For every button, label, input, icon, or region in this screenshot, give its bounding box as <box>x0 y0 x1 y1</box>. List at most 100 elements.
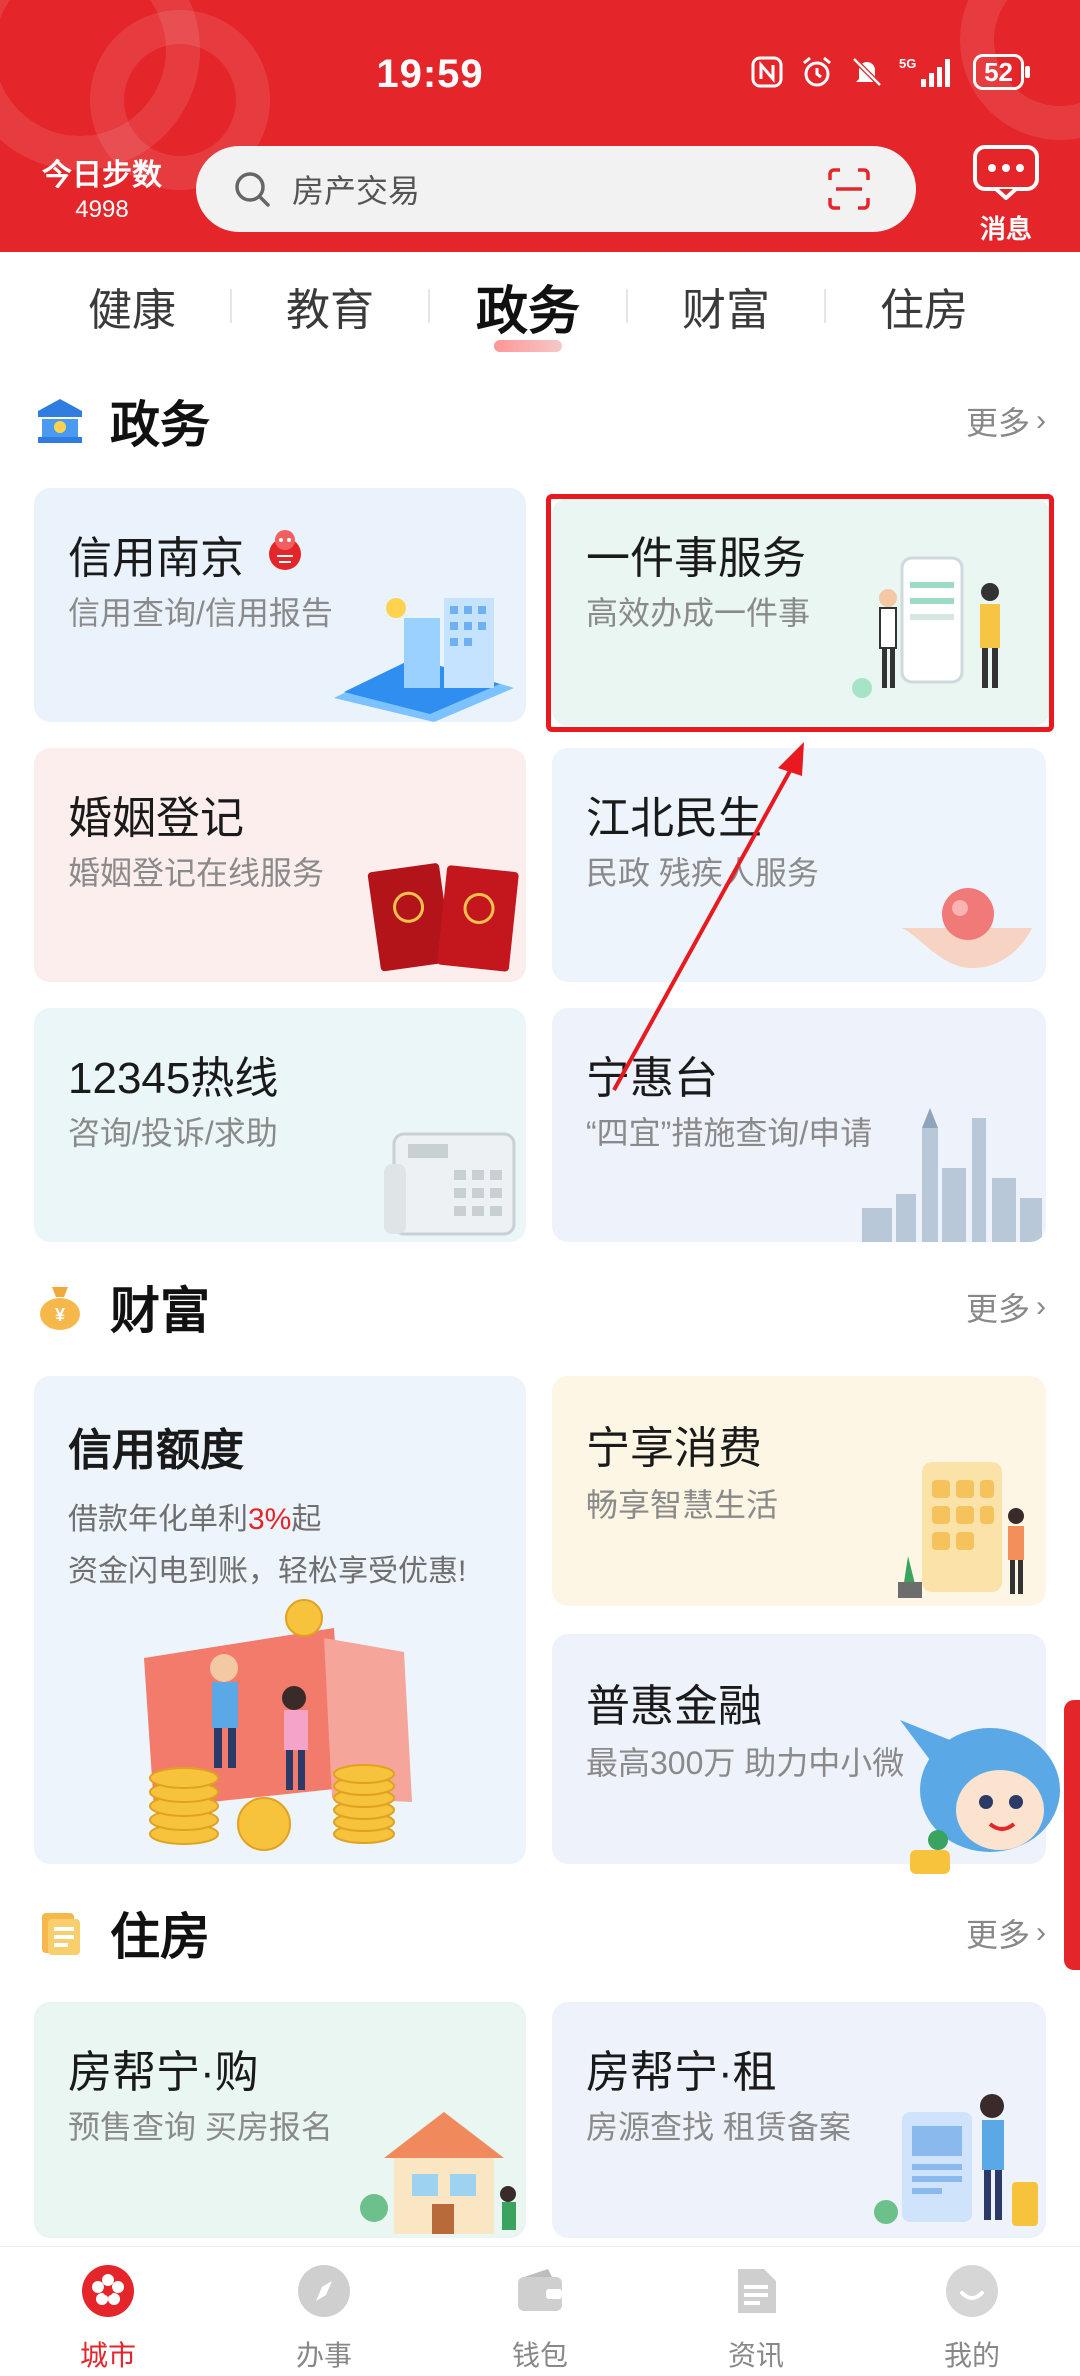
tab-health[interactable]: 健康 <box>34 274 230 338</box>
more-link[interactable]: 更多 › <box>966 1910 1046 1956</box>
card-jiangbei-livelihood[interactable]: 江北民生 民政 残疾人服务 <box>552 748 1046 982</box>
search-icon <box>235 172 270 207</box>
card-subtitle: “四宜”措施查询/申请 <box>586 1115 873 1151</box>
card-title: 婚姻登记 <box>68 794 244 843</box>
tab-wealth[interactable]: 财富 <box>628 274 824 338</box>
government-building-icon <box>38 399 82 443</box>
card-title: 信用额度 <box>68 1426 244 1475</box>
tab-housing[interactable]: 住房 <box>826 274 1022 338</box>
nav-label: 办事 <box>295 2340 352 2371</box>
more-link[interactable]: 更多 › <box>966 1284 1046 1330</box>
mascot-icon <box>269 530 301 570</box>
dolphin-mascot-icon <box>900 1720 1060 1874</box>
card-ningxiang-consumption[interactable]: 宁享消费 畅享智慧生活 <box>552 1376 1046 1606</box>
card-credit-limit[interactable]: 信用额度 借款年化单利3%起 资金闪电到账，轻松享受优惠! <box>34 1376 526 1864</box>
rental-listing-illustration <box>874 2094 1038 2226</box>
card-12345-hotline[interactable]: 12345热线 咨询/投诉/求助 <box>34 1008 526 1242</box>
more-label: 更多 <box>965 1291 1030 1327</box>
credit-rate-prefix: 借款年化单利 <box>68 1503 248 1536</box>
section-header-gov: 政务 更多 › <box>34 386 1046 456</box>
bottom-navigation: 城市 办事 钱包 资讯 我的 <box>0 2246 1080 2376</box>
steps-label: 今日步数 <box>42 159 162 192</box>
card-title: 江北民生 <box>586 794 762 843</box>
credit-promo-line: 资金闪电到账，轻松享受优惠! <box>68 1555 467 1588</box>
card-title: 信用南京 <box>68 534 244 583</box>
nav-news[interactable]: 资讯 <box>648 2247 864 2376</box>
card-title: 房帮宁·购 <box>68 2048 259 2097</box>
section-header-housing: 住房 更多 › <box>34 1898 1046 1968</box>
chevron-right-icon: › <box>1036 1290 1046 1323</box>
more-label: 更多 <box>965 1917 1030 1953</box>
nav-label: 城市 <box>79 2340 136 2371</box>
card-ninghui-platform[interactable]: 宁惠台 “四宜”措施查询/申请 <box>552 1008 1046 1242</box>
card-subtitle: 婚姻登记在线服务 <box>68 855 325 891</box>
section-header-wealth: ¥ 财富 更多 › <box>34 1272 1046 1342</box>
section-title: 住房 <box>110 1909 210 1965</box>
status-time: 19:59 <box>376 52 484 96</box>
search-bar[interactable]: 房产交易 <box>196 146 916 232</box>
chevron-right-icon: › <box>1036 404 1046 437</box>
shopping-phone-illustration <box>898 1462 1024 1598</box>
credit-rate-value: 3% <box>248 1503 292 1536</box>
battery-indicator: 52 <box>973 54 1030 90</box>
message-label: 消息 <box>979 214 1032 244</box>
highlight-box <box>546 494 1054 732</box>
tab-government[interactable]: 政务 <box>430 269 626 352</box>
card-subtitle: 最高300万 助力中小微 <box>586 1745 905 1781</box>
tab-education[interactable]: 教育 <box>232 274 428 338</box>
money-bag-icon: ¥ <box>40 1287 80 1330</box>
compass-icon <box>298 2265 350 2317</box>
step-counter[interactable]: 今日步数 4998 <box>30 150 174 224</box>
credit-rate-suffix: 起 <box>291 1503 322 1536</box>
card-housing-rent[interactable]: 房帮宁·租 房源查找 租赁备案 <box>552 2002 1046 2238</box>
nav-city[interactable]: 城市 <box>0 2247 216 2376</box>
steps-value: 4998 <box>75 196 129 223</box>
message-icon <box>973 145 1039 200</box>
card-title: 宁享消费 <box>586 1424 762 1473</box>
svg-text:5G: 5G <box>899 56 916 71</box>
card-credit-nanjing[interactable]: 信用南京 信用查询/信用报告 <box>34 488 526 722</box>
card-title: 普惠金融 <box>586 1682 762 1731</box>
messages-button[interactable]: 消息 <box>956 144 1056 246</box>
city-phone-illustration <box>334 598 514 722</box>
card-subtitle: 咨询/投诉/求助 <box>68 1115 278 1151</box>
nfc-icon <box>749 54 785 90</box>
card-title: 宁惠台 <box>586 1054 718 1103</box>
app-header: 19:59 5G 52 今日步数 4998 房产交易 消息 <box>0 0 1080 252</box>
status-icons: 5G 52 <box>749 54 1030 90</box>
house-illustration <box>360 2112 516 2234</box>
mute-bell-icon <box>849 54 885 90</box>
card-title: 房帮宁·租 <box>586 2048 777 2097</box>
more-label: 更多 <box>965 405 1030 441</box>
card-subtitle: 民政 残疾人服务 <box>586 855 819 891</box>
card-title: 12345热线 <box>68 1054 279 1103</box>
nav-label: 钱包 <box>511 2340 568 2371</box>
nav-wallet[interactable]: 钱包 <box>432 2247 648 2376</box>
card-housing-buy[interactable]: 房帮宁·购 预售查询 买房报名 <box>34 2002 526 2238</box>
hands-heart-illustration <box>902 888 1032 968</box>
nav-services[interactable]: 办事 <box>216 2247 432 2376</box>
profile-icon <box>946 2265 998 2317</box>
signal-icon: 5G <box>899 54 959 90</box>
credit-rate-line: 借款年化单利3%起 <box>68 1494 321 1538</box>
marriage-certificate-illustration <box>367 863 519 972</box>
side-floating-tab[interactable] <box>1064 1700 1080 1970</box>
card-subtitle: 房源查找 租赁备案 <box>586 2109 851 2145</box>
telephone-illustration <box>384 1132 516 1236</box>
nav-profile[interactable]: 我的 <box>864 2247 1080 2376</box>
chevron-right-icon: › <box>1036 1916 1046 1949</box>
card-marriage-registration[interactable]: 婚姻登记 婚姻登记在线服务 <box>34 748 526 982</box>
city-skyline-illustration <box>862 1108 1042 1242</box>
house-document-icon <box>42 1913 80 1955</box>
card-subtitle: 信用查询/信用报告 <box>68 595 333 631</box>
scan-icon[interactable] <box>826 166 872 212</box>
section-title: 政务 <box>110 397 210 453</box>
nav-label: 我的 <box>943 2340 1000 2371</box>
news-icon <box>738 2269 776 2313</box>
section-title: 财富 <box>110 1283 210 1339</box>
wallet-icon <box>518 2269 562 2311</box>
search-input[interactable]: 房产交易 <box>292 166 826 212</box>
nav-label: 资讯 <box>727 2340 784 2371</box>
more-link[interactable]: 更多 › <box>966 398 1046 444</box>
category-tabs: 健康 教育 政务 财富 住房 <box>0 256 1080 356</box>
